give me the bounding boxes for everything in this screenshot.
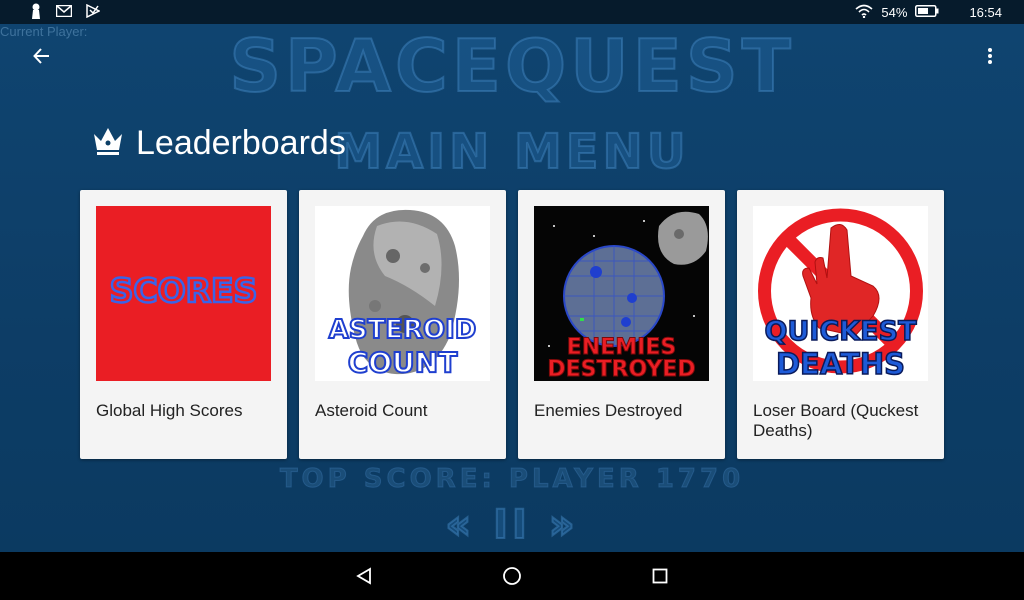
- keyhole-icon: [30, 3, 42, 22]
- clock: 16:54: [969, 4, 1002, 20]
- asteroid-count-image: ASTEROID COUNT: [315, 206, 490, 381]
- leaderboard-card-asteroid-count[interactable]: ASTEROID COUNT Asteroid Count: [299, 190, 506, 459]
- gmail-icon: [55, 4, 73, 20]
- leaderboard-card-global-high-scores[interactable]: SCORES Global High Scores: [80, 190, 287, 459]
- status-bar: 54% 16:54: [0, 0, 1024, 24]
- battery-percent: 54%: [881, 4, 908, 20]
- battery-icon: [915, 4, 939, 20]
- leaderboard-label: Global High Scores: [96, 401, 243, 420]
- nav-back-icon[interactable]: [352, 564, 376, 588]
- svg-text:DESTROYED: DESTROYED: [547, 357, 695, 381]
- game-controls: « II »: [444, 501, 579, 549]
- svg-text:SCORES: SCORES: [110, 271, 258, 310]
- quickest-deaths-image: QUICKEST DEATHS: [753, 206, 928, 381]
- system-nav-bar: [0, 552, 1024, 600]
- leaderboard-card-enemies-destroyed[interactable]: ENEMIES DESTROYED Enemies Destroyed: [518, 190, 725, 459]
- svg-text:ASTEROID: ASTEROID: [329, 315, 477, 345]
- top-score-label: TOP SCORE: PLAYER 1770: [279, 464, 745, 495]
- page-title: Leaderboards: [136, 124, 346, 162]
- svg-text:COUNT: COUNT: [348, 346, 458, 379]
- svg-text:DEATHS: DEATHS: [776, 347, 905, 381]
- crown-icon: [92, 126, 124, 161]
- page-heading: Leaderboards: [92, 124, 346, 163]
- svg-text:QUICKEST: QUICKEST: [765, 316, 918, 347]
- more-vert-icon[interactable]: [976, 42, 1004, 70]
- leaderboard-label: Enemies Destroyed: [534, 401, 683, 420]
- nav-recents-icon[interactable]: [648, 564, 672, 588]
- nav-home-icon[interactable]: [500, 564, 524, 588]
- leaderboard-label: Asteroid Count: [315, 401, 428, 420]
- leaderboard-list: SCORES Global High Scores ASTEROID COUNT…: [80, 190, 944, 459]
- arrow-back-icon[interactable]: [28, 42, 56, 70]
- enemies-destroyed-image: ENEMIES DESTROYED: [534, 206, 709, 381]
- wifi-icon: [855, 4, 873, 21]
- app-bar: [0, 24, 1024, 88]
- play-games-icon: [86, 3, 101, 21]
- leaderboard-label: Loser Board (Quckest Deaths): [753, 401, 919, 440]
- scores-image: SCORES: [96, 206, 271, 381]
- leaderboard-card-loser-board[interactable]: QUICKEST DEATHS Loser Board (Quckest Dea…: [737, 190, 944, 459]
